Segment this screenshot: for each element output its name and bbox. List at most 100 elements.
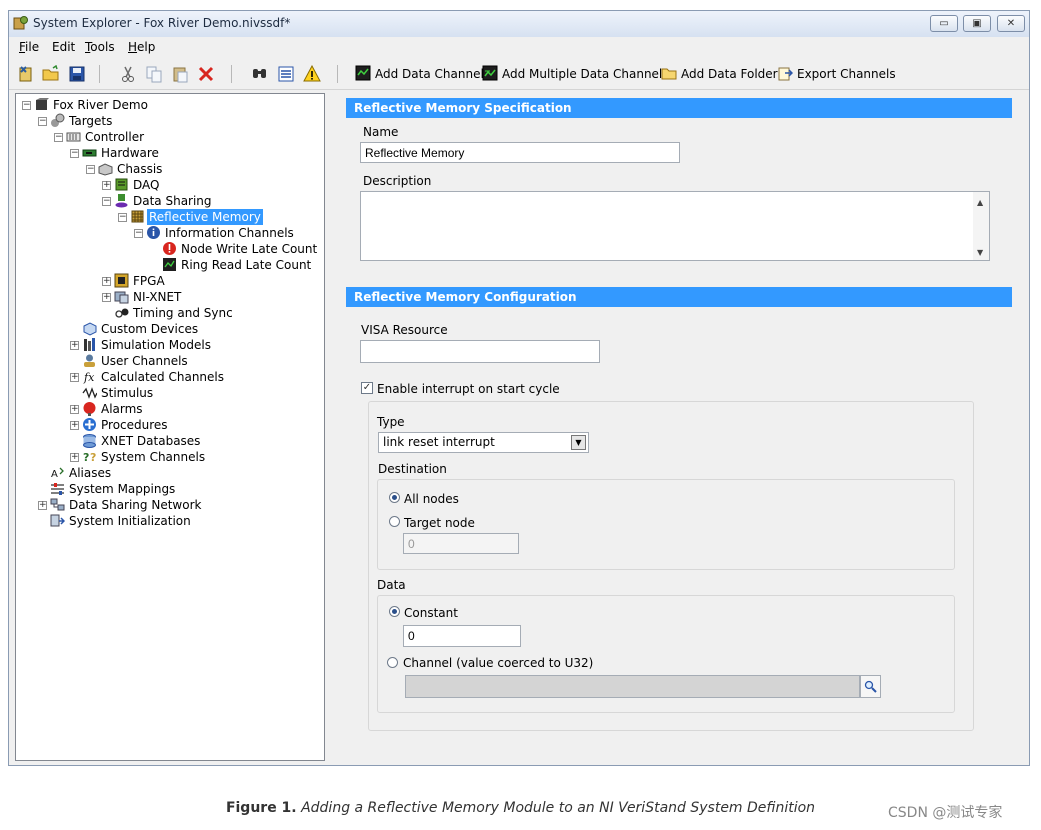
channel-label: Channel (value coerced to U32) bbox=[403, 656, 594, 670]
all-nodes-label: All nodes bbox=[404, 492, 459, 506]
warning-icon[interactable] bbox=[303, 65, 321, 83]
name-field[interactable] bbox=[360, 142, 680, 163]
tree-rows: − Fox River Demo − Targets − Controller − Hardw… bbox=[16, 94, 324, 760]
description-field[interactable]: ▲ ▼ bbox=[360, 191, 990, 261]
enable-interrupt-checkbox[interactable]: ✓ bbox=[361, 382, 373, 394]
type-label: Type bbox=[377, 415, 405, 429]
copy-icon[interactable] bbox=[145, 65, 163, 83]
tree-item-label: Data Sharing bbox=[133, 194, 212, 208]
tree-item-label: FPGA bbox=[133, 274, 165, 288]
list-icon[interactable] bbox=[277, 65, 295, 83]
target-node-field[interactable] bbox=[403, 533, 519, 554]
collapse-icon[interactable]: − bbox=[134, 229, 143, 238]
chevron-down-icon[interactable]: ▼ bbox=[571, 435, 586, 450]
find-icon[interactable] bbox=[251, 65, 269, 83]
svg-text:?: ? bbox=[83, 451, 89, 464]
menu-file[interactable]: File bbox=[19, 40, 39, 54]
reflective-memory-icon bbox=[131, 210, 144, 223]
expand-icon[interactable]: + bbox=[70, 373, 79, 382]
expand-icon[interactable]: + bbox=[38, 501, 47, 510]
data-label: Data bbox=[377, 578, 406, 592]
tree-item-label: Reflective Memory bbox=[147, 209, 263, 225]
toolbar: Add Data Channel Add Multiple Data Chann… bbox=[9, 59, 1029, 90]
collapse-icon[interactable]: − bbox=[70, 149, 79, 158]
channel-radio[interactable] bbox=[387, 657, 398, 668]
scroll-down-icon[interactable]: ▼ bbox=[977, 246, 983, 260]
menu-tools[interactable]: Tools bbox=[85, 40, 115, 54]
channel-icon bbox=[163, 258, 176, 271]
toolbar-separator bbox=[337, 65, 338, 83]
menu-help[interactable]: Help bbox=[128, 40, 155, 54]
magnifier-icon bbox=[864, 680, 877, 693]
expand-icon[interactable]: + bbox=[70, 421, 79, 430]
tree-item-label: NI-XNET bbox=[133, 290, 182, 304]
tree-item-label: Hardware bbox=[101, 146, 159, 160]
collapse-icon[interactable]: − bbox=[22, 101, 31, 110]
tree-item-label: Node Write Late Count bbox=[181, 242, 318, 256]
tree-item-label: Targets bbox=[69, 114, 113, 128]
constant-label: Constant bbox=[404, 606, 458, 620]
minimize-button[interactable]: ▭ bbox=[930, 15, 958, 32]
user-channels-icon bbox=[84, 354, 95, 367]
add-multiple-data-channels-label: Add Multiple Data Channels bbox=[502, 67, 669, 81]
open-folder-icon[interactable] bbox=[42, 65, 60, 83]
channel-field[interactable] bbox=[405, 675, 860, 698]
delete-icon[interactable] bbox=[197, 65, 215, 83]
maximize-button[interactable]: ▣ bbox=[963, 15, 991, 32]
all-nodes-radio[interactable] bbox=[389, 492, 400, 503]
system-definition-tree[interactable]: − Fox River Demo − Targets − Controller − Hardw… bbox=[15, 93, 325, 761]
tree-item-label: System Channels bbox=[101, 450, 206, 464]
enable-interrupt-label: Enable interrupt on start cycle bbox=[377, 382, 560, 396]
tree-item-label: Custom Devices bbox=[101, 322, 199, 336]
description-scrollbar[interactable]: ▲ ▼ bbox=[973, 192, 989, 260]
expand-icon[interactable]: + bbox=[102, 293, 111, 302]
folder-icon bbox=[661, 68, 677, 80]
channel-icon bbox=[355, 65, 371, 81]
scroll-up-icon[interactable]: ▲ bbox=[977, 196, 983, 210]
expand-icon[interactable]: + bbox=[70, 405, 79, 414]
type-dropdown[interactable]: link reset interrupt ▼ bbox=[378, 432, 589, 453]
tree-item-label: Information Channels bbox=[165, 226, 294, 240]
paste-icon[interactable] bbox=[171, 65, 189, 83]
init-icon bbox=[50, 514, 65, 527]
fx-icon: fx bbox=[83, 371, 95, 384]
tree-item-label: System Mappings bbox=[69, 482, 176, 496]
tree-item-label: XNET Databases bbox=[101, 434, 201, 448]
tree-item-label: Procedures bbox=[101, 418, 168, 432]
system-explorer-window: System Explorer - Fox River Demo.nivssdf… bbox=[8, 10, 1030, 766]
data-sharing-icon bbox=[115, 194, 128, 208]
collapse-icon[interactable]: − bbox=[118, 213, 127, 222]
tree-item-label: Calculated Channels bbox=[101, 370, 224, 384]
tree-item-label: System Initialization bbox=[69, 514, 191, 528]
system-channels-icon: ?? bbox=[83, 451, 96, 464]
multiple-channels-icon bbox=[482, 65, 498, 81]
collapse-icon[interactable]: − bbox=[54, 133, 63, 142]
close-button[interactable]: ✕ bbox=[997, 15, 1025, 32]
constant-field[interactable] bbox=[403, 625, 521, 647]
type-value: link reset interrupt bbox=[383, 435, 495, 449]
menu-bar: File Edit Tools Help bbox=[9, 37, 1029, 60]
targets-icon bbox=[51, 113, 65, 127]
tree-item-label: Chassis bbox=[117, 162, 163, 176]
collapse-icon[interactable]: − bbox=[102, 197, 111, 206]
collapse-icon[interactable]: − bbox=[86, 165, 95, 174]
collapse-icon[interactable]: − bbox=[38, 117, 47, 126]
figure-caption-text: Adding a Reflective Memory Module to an … bbox=[296, 800, 816, 816]
visa-resource-field[interactable] bbox=[360, 340, 600, 363]
target-node-radio[interactable] bbox=[389, 516, 400, 527]
new-file-icon[interactable] bbox=[17, 65, 35, 83]
browse-channel-button[interactable] bbox=[860, 675, 881, 698]
xnet-icon bbox=[114, 291, 129, 304]
expand-icon[interactable]: + bbox=[70, 341, 79, 350]
figure-number: Figure 1. bbox=[225, 800, 297, 816]
menu-edit[interactable]: Edit bbox=[52, 40, 75, 54]
expand-icon[interactable]: + bbox=[102, 181, 111, 190]
spec-section-header: Reflective Memory Specification bbox=[346, 98, 1012, 118]
save-icon[interactable] bbox=[68, 65, 86, 83]
constant-radio[interactable] bbox=[389, 606, 400, 617]
info-icon bbox=[147, 226, 160, 239]
expand-icon[interactable]: + bbox=[102, 277, 111, 286]
tree-item-label: Alarms bbox=[101, 402, 143, 416]
cut-icon[interactable] bbox=[119, 65, 137, 83]
expand-icon[interactable]: + bbox=[70, 453, 79, 462]
